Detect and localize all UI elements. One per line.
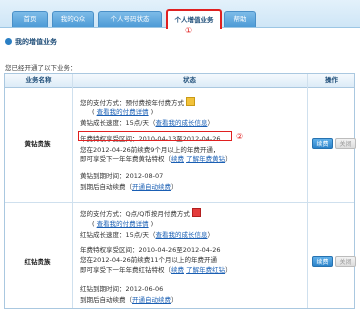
row1-renew-text-2: 即可享受下一年年费黄钻特权（续费 了解年费黄钻） [80, 155, 232, 163]
service-name-yellow-diamond: 黄钻贵族 [24, 140, 51, 148]
row2-renew-text-2: 即可享受下一年年费红钻特权（续费 了解年费红钻） [80, 266, 232, 274]
row1-auto-renew-link[interactable]: 开通自动续费 [132, 183, 171, 191]
row2-growth-link[interactable]: 查看我的成长信息 [155, 231, 207, 239]
row2-renew-link[interactable]: 续费 [171, 266, 184, 274]
row1-pay-detail-link[interactable]: 查看我的付费详情 [97, 108, 149, 116]
row2-pay-detail: ( 查看我的付费详情 ) [92, 220, 154, 228]
intro-text: 您已经开通了以下业务： [5, 64, 77, 72]
red-coin-icon [191, 208, 201, 217]
marker-two: ② [236, 132, 244, 141]
row2-learn-more-link[interactable]: 了解年费红钻 [186, 266, 225, 274]
gold-coin-icon [186, 97, 195, 106]
row2-pay-detail-link[interactable]: 查看我的付费详情 [97, 220, 149, 228]
row2-annual-period: 年费特权享受区间：2010-04-26至2012-04-26 [80, 246, 221, 254]
annual-period-highlight [78, 131, 232, 141]
row2-renew-text-1: 您在2012-04-26前续费11个月以上的年费开通 [80, 256, 218, 264]
row1-close-button[interactable]: 关闭 [335, 138, 356, 149]
row2-growth: 红钻成长速度：15点/天（查看我的成长信息） [80, 231, 214, 239]
row2-pay-method: 您的支付方式：Q点/Q币按月付费方式 [80, 208, 201, 218]
row1-learn-more-link[interactable]: 了解年费黄钻 [186, 155, 225, 163]
row2-close-button[interactable]: 关闭 [335, 256, 356, 267]
header-service-name: 业务名称 [25, 76, 52, 84]
row1-renew-button[interactable]: 续费 [312, 138, 333, 149]
table-header: 业务名称 状态 操作 [5, 74, 354, 88]
row1-renew-link[interactable]: 续费 [171, 155, 184, 163]
header-status: 状态 [183, 76, 196, 84]
row1-expire: 黄钻到期时间：2012-08-07 [80, 172, 164, 180]
tab-number-status[interactable]: 个人号码状态 [98, 11, 162, 27]
row2-auto-renew-link[interactable]: 开通自动续费 [132, 296, 171, 304]
row2-renew-button[interactable]: 续费 [312, 256, 333, 267]
row2-auto-renew: 到期后自动续费（开通自动续费） [80, 296, 178, 304]
tab-home[interactable]: 首页 [12, 11, 48, 27]
row1-auto-renew: 到期后自动续费（开通自动续费） [80, 183, 178, 191]
tab-bar: 首页 我的Q众 个人号码状态 个人增值业务 帮助 [0, 0, 360, 29]
row1-pay-detail: ( 查看我的付费详情 ) [92, 108, 154, 116]
section-title: 我的增值业务 [5, 37, 57, 47]
marker-one: ① [185, 26, 193, 35]
header-operation: 操作 [325, 76, 338, 84]
row1-growth: 黄钻成长速度：15点/天（查看我的成长信息） [80, 119, 214, 127]
row1-growth-link[interactable]: 查看我的成长信息 [155, 119, 207, 127]
section-bullet-icon [5, 38, 12, 45]
row2-expire: 红钻到期时间：2012-06-06 [80, 285, 164, 293]
tab-my-qzone[interactable]: 我的Q众 [52, 11, 94, 27]
tab-value-added-services[interactable]: 个人增值业务 [166, 9, 222, 29]
service-name-red-diamond: 红钻贵族 [24, 258, 51, 266]
tab-help[interactable]: 帮助 [224, 11, 256, 27]
